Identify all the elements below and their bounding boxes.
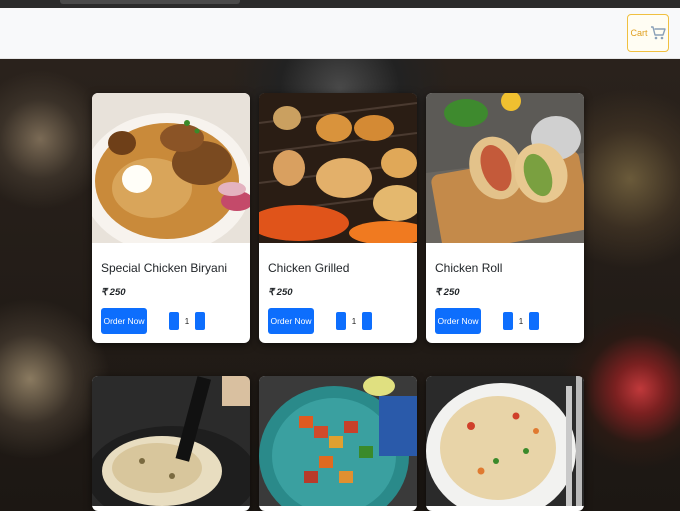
quantity-value: 1 [184, 316, 190, 326]
cart-button[interactable]: Cart [627, 14, 669, 52]
product-card: Special Chicken Biryani ₹ 250 Order Now … [92, 93, 250, 343]
kebab-skewers-photo [259, 376, 417, 506]
product-title: Special Chicken Biryani [101, 261, 228, 275]
chicken-roll-photo [426, 93, 584, 243]
increment-button[interactable] [362, 312, 372, 330]
browser-top-strip [0, 0, 680, 8]
quantity-stepper: 1 [336, 312, 372, 330]
address-bar-edge [60, 0, 240, 4]
cart-icon [650, 26, 666, 40]
naan-photo [92, 376, 250, 506]
quantity-value: 1 [518, 316, 524, 326]
decrement-button[interactable] [503, 312, 513, 330]
product-price: ₹ 250 [268, 287, 293, 298]
product-card: Chicken Grilled ₹ 250 Order Now 1 [259, 93, 417, 343]
increment-button[interactable] [195, 312, 205, 330]
biryani-photo [92, 93, 250, 243]
quantity-stepper: 1 [503, 312, 539, 330]
quantity-stepper: 1 [169, 312, 205, 330]
product-card: Chicken Roll ₹ 250 Order Now 1 [426, 93, 584, 343]
product-card [426, 376, 584, 511]
navbar: Cart [0, 8, 680, 59]
product-card [259, 376, 417, 511]
increment-button[interactable] [529, 312, 539, 330]
order-now-button[interactable]: Order Now [268, 308, 314, 334]
product-price: ₹ 250 [435, 287, 460, 298]
order-now-button[interactable]: Order Now [101, 308, 147, 334]
fried-rice-photo [426, 376, 584, 506]
order-now-button[interactable]: Order Now [435, 308, 481, 334]
quantity-value: 1 [351, 316, 357, 326]
product-title: Chicken Roll [435, 261, 503, 275]
cart-label: Cart [630, 28, 648, 38]
product-card [92, 376, 250, 511]
decrement-button[interactable] [169, 312, 179, 330]
decrement-button[interactable] [336, 312, 346, 330]
product-price: ₹ 250 [101, 287, 126, 298]
grilled-chicken-photo [259, 93, 417, 243]
product-title: Chicken Grilled [268, 261, 350, 275]
